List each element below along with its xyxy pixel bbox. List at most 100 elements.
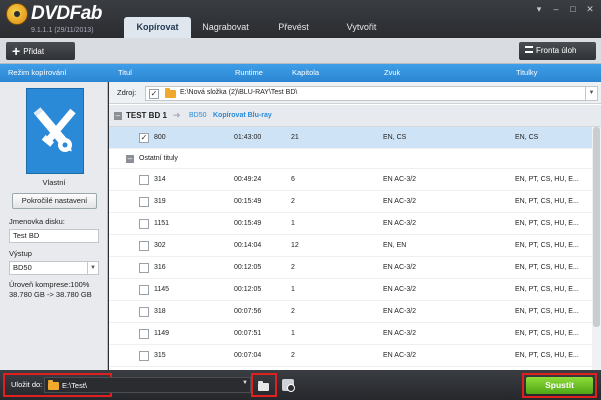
table-row[interactable]: 315 00:07:04 2 EN AC-3/2 EN, PT, CS, HU,…	[109, 345, 601, 367]
table-row[interactable]: 316 00:12:05 2 EN AC-3/2 EN, PT, CS, HU,…	[109, 257, 601, 279]
table-row[interactable]: 1149 00:07:51 1 EN AC-3/2 EN, PT, CS, HU…	[109, 323, 601, 345]
custom-mode-icon[interactable]	[26, 88, 84, 174]
title-chapters: 1	[291, 220, 295, 227]
title-audio: EN AC-3/2	[383, 264, 417, 271]
title-audio: EN AC-3/2	[383, 198, 417, 205]
chevron-down-icon[interactable]: ▼	[585, 87, 597, 100]
collapse-icon[interactable]: –	[126, 155, 134, 163]
header-chapter[interactable]: Kapitola	[292, 64, 319, 82]
output-select[interactable]: BD50 ▼	[9, 261, 99, 275]
other-titles-group: – Ostatní tituly	[109, 149, 601, 169]
source-bar: Zdroj: ✓ E:\Nová složka (2)\BLU-RAY\Test…	[109, 82, 601, 104]
title-chapters: 1	[291, 286, 295, 293]
brand-name: DVDFab	[31, 3, 102, 24]
maximize-icon[interactable]: □	[566, 3, 580, 15]
header-runtime[interactable]: Runtime	[235, 64, 263, 82]
title-runtime: 00:15:49	[234, 198, 262, 205]
header-title[interactable]: Titul	[118, 64, 132, 82]
dvdfab-logo-icon	[6, 3, 28, 25]
open-folder-icon	[258, 381, 269, 391]
title-checkbox[interactable]	[139, 285, 149, 295]
title-subtitles: EN, PT, CS, HU, E...	[515, 220, 579, 227]
close-icon[interactable]: ✕	[583, 3, 597, 15]
title-checkbox[interactable]	[139, 351, 149, 361]
iso-image-icon[interactable]	[282, 379, 295, 392]
add-button[interactable]: + Přidat	[6, 42, 75, 60]
header-subtitles[interactable]: Titulky	[516, 64, 537, 82]
title-chapters: 6	[291, 176, 295, 183]
title-runtime: 00:12:05	[234, 264, 262, 271]
title-runtime: 00:14:04	[234, 242, 262, 249]
table-row[interactable]: 1151 00:15:49 1 EN AC-3/2 EN, PT, CS, HU…	[109, 213, 601, 235]
title-checkbox[interactable]	[139, 241, 149, 251]
title-checkbox[interactable]: ✓	[139, 133, 149, 143]
title-runtime: 00:49:24	[234, 176, 262, 183]
table-row[interactable]: 314 00:49:24 6 EN AC-3/2 EN, PT, CS, HU,…	[109, 169, 601, 191]
app-version: 9.1.1.1 (29/11/2013)	[31, 27, 94, 34]
collapse-icon[interactable]: –	[114, 112, 122, 120]
table-row[interactable]: 302 00:14:04 12 EN, EN EN, PT, CS, HU, E…	[109, 235, 601, 257]
table-row-main-title[interactable]: ✓ 800 01:43:00 21 EN, CS EN, CS	[109, 127, 601, 149]
source-label: Zdroj:	[117, 88, 137, 97]
menu-dropdown-icon[interactable]: ▾	[532, 3, 546, 15]
header-copy-mode: Režim kopírování	[8, 68, 67, 77]
title-audio: EN AC-3/2	[383, 352, 417, 359]
title-list-area: Zdroj: ✓ E:\Nová složka (2)\BLU-RAY\Test…	[109, 82, 601, 370]
tab-copy[interactable]: Kopírovat	[124, 17, 191, 38]
header-audio[interactable]: Zvuk	[384, 64, 400, 82]
source-select[interactable]: ✓ E:\Nová složka (2)\BLU-RAY\Test BD\ ▼	[145, 86, 598, 101]
title-number: 302	[154, 242, 166, 249]
table-row[interactable]: 1145 00:12:05 1 EN AC-3/2 EN, PT, CS, HU…	[109, 279, 601, 301]
title-runtime: 00:07:04	[234, 352, 262, 359]
title-subtitles: EN, PT, CS, HU, E...	[515, 242, 579, 249]
output-select-value: BD50	[13, 263, 32, 272]
title-checkbox[interactable]	[139, 307, 149, 317]
title-chapters: 21	[291, 134, 299, 141]
title-number: 800	[154, 134, 166, 141]
title-chapters: 12	[291, 242, 299, 249]
title-checkbox[interactable]	[139, 175, 149, 185]
chevron-down-icon[interactable]: ▼	[242, 380, 248, 386]
volume-label-input[interactable]: Test BD	[9, 229, 99, 243]
title-checkbox[interactable]	[139, 219, 149, 229]
title-checkbox[interactable]	[139, 197, 149, 207]
title-number: 316	[154, 264, 166, 271]
title-audio: EN AC-3/2	[383, 286, 417, 293]
title-chapters: 2	[291, 198, 295, 205]
arrow-right-icon: ➜	[173, 110, 181, 120]
title-audio: EN AC-3/2	[383, 308, 417, 315]
chevron-down-icon: ▼	[87, 262, 98, 274]
start-button[interactable]: Spustit	[526, 377, 593, 394]
scrollbar-thumb[interactable]	[593, 127, 600, 327]
title-subtitles: EN, PT, CS, HU, E...	[515, 176, 579, 183]
column-header-bar: Režim kopírování Titul Runtime Kapitola …	[0, 64, 601, 82]
browse-folder-button[interactable]	[251, 373, 277, 397]
advanced-settings-button[interactable]: Pokročilé nastavení	[12, 193, 97, 209]
vertical-scrollbar[interactable]	[592, 127, 601, 370]
task-queue-button[interactable]: Fronta úloh	[519, 42, 596, 60]
table-row[interactable]: 318 00:07:56 2 EN AC-3/2 EN, PT, CS, HU,…	[109, 301, 601, 323]
save-path-select[interactable]: E:\Test\ ▼	[44, 377, 251, 393]
title-number: 1145	[154, 286, 170, 293]
tab-create[interactable]: Vytvořit	[328, 17, 395, 38]
source-checkbox[interactable]: ✓	[149, 89, 159, 99]
tab-convert[interactable]: Převést	[260, 17, 327, 38]
title-bar: DVDFab 9.1.1.1 (29/11/2013) Kopírovat Na…	[0, 0, 601, 38]
title-audio: EN, EN	[383, 242, 407, 249]
copy-mode-panel: Vlastní Pokročilé nastavení Jmenovka dis…	[0, 82, 108, 370]
title-runtime: 00:07:51	[234, 330, 262, 337]
title-audio: EN AC-3/2	[383, 220, 417, 227]
tab-rip[interactable]: Nagrabovat	[192, 17, 259, 38]
compression-sizes: 38.780 GB -> 38.780 GB	[9, 290, 92, 299]
title-number: 1151	[154, 220, 170, 227]
title-runtime: 00:07:56	[234, 308, 262, 315]
start-highlight: Spustit	[522, 373, 597, 398]
table-row[interactable]: 319 00:15:49 2 EN AC-3/2 EN, PT, CS, HU,…	[109, 191, 601, 213]
title-subtitles: EN, CS	[515, 134, 539, 141]
title-checkbox[interactable]	[139, 329, 149, 339]
title-checkbox[interactable]	[139, 263, 149, 273]
mode-label: Vlastní	[42, 178, 66, 187]
title-chapters: 2	[291, 352, 295, 359]
title-number: 319	[154, 198, 166, 205]
minimize-icon[interactable]: –	[549, 3, 563, 15]
